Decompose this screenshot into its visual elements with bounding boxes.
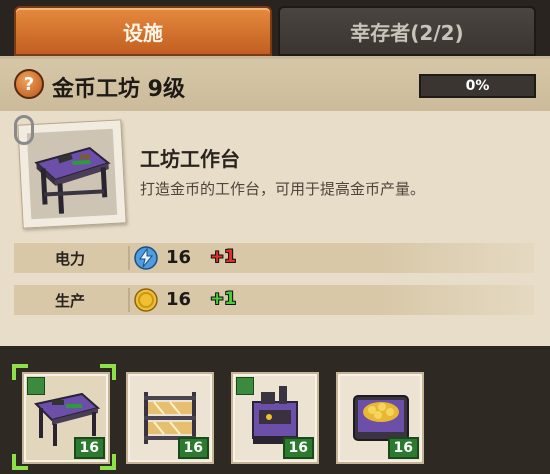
- slot-coin-chest[interactable]: 16: [336, 372, 424, 464]
- help-icon[interactable]: ?: [14, 69, 44, 99]
- facility-title: 金币工坊 9级: [52, 77, 185, 102]
- stat-row-production: 生产 16 +1: [14, 285, 534, 315]
- lightning-icon: [134, 246, 158, 270]
- stat-value: 16: [166, 289, 192, 310]
- stat-value: 16: [166, 247, 192, 268]
- selection-corner: [100, 454, 116, 470]
- stat-delta: +1: [210, 289, 237, 309]
- tab-survivors[interactable]: 幸存者(2/2): [278, 6, 536, 56]
- stat-label: 电力: [54, 249, 85, 268]
- level-badge: 16: [387, 437, 419, 459]
- item-name: 工坊工作台: [140, 147, 240, 171]
- tab-facilities[interactable]: 设施: [14, 6, 272, 56]
- slot-gold-shelf[interactable]: 16: [126, 372, 214, 464]
- facility-header: ? 金币工坊 9级 0%: [0, 59, 550, 111]
- item-description: 打造金币的工作台，可用于提高金币产量。: [140, 180, 426, 198]
- stat-row-power: 电力 16 +1: [14, 243, 534, 273]
- selection-corner: [100, 364, 116, 380]
- stat-label: 生产: [54, 291, 85, 310]
- stat-delta: +1: [210, 247, 237, 267]
- coin-icon: [134, 288, 158, 312]
- assigned-survivor-icon: [27, 377, 45, 395]
- upgrade-progress-bar: 0%: [419, 74, 536, 98]
- assigned-survivor-icon: [236, 377, 254, 395]
- progress-text: 0%: [465, 78, 490, 94]
- level-badge: 16: [282, 437, 314, 459]
- slot-workbench[interactable]: 16: [22, 372, 110, 464]
- selection-corner: [12, 454, 28, 470]
- tab-bar: 设施 幸存者(2/2): [0, 0, 550, 58]
- facility-detail-panel: ? 金币工坊 9级 0% 工坊工作台 打造金币的工作台，可用于提高金币产量。 电…: [0, 56, 550, 346]
- selection-corner: [12, 364, 28, 380]
- paperclip-icon: [14, 115, 34, 145]
- level-badge: 16: [177, 437, 209, 459]
- workbench-icon: [34, 146, 111, 214]
- slot-coin-press[interactable]: 16: [231, 372, 319, 464]
